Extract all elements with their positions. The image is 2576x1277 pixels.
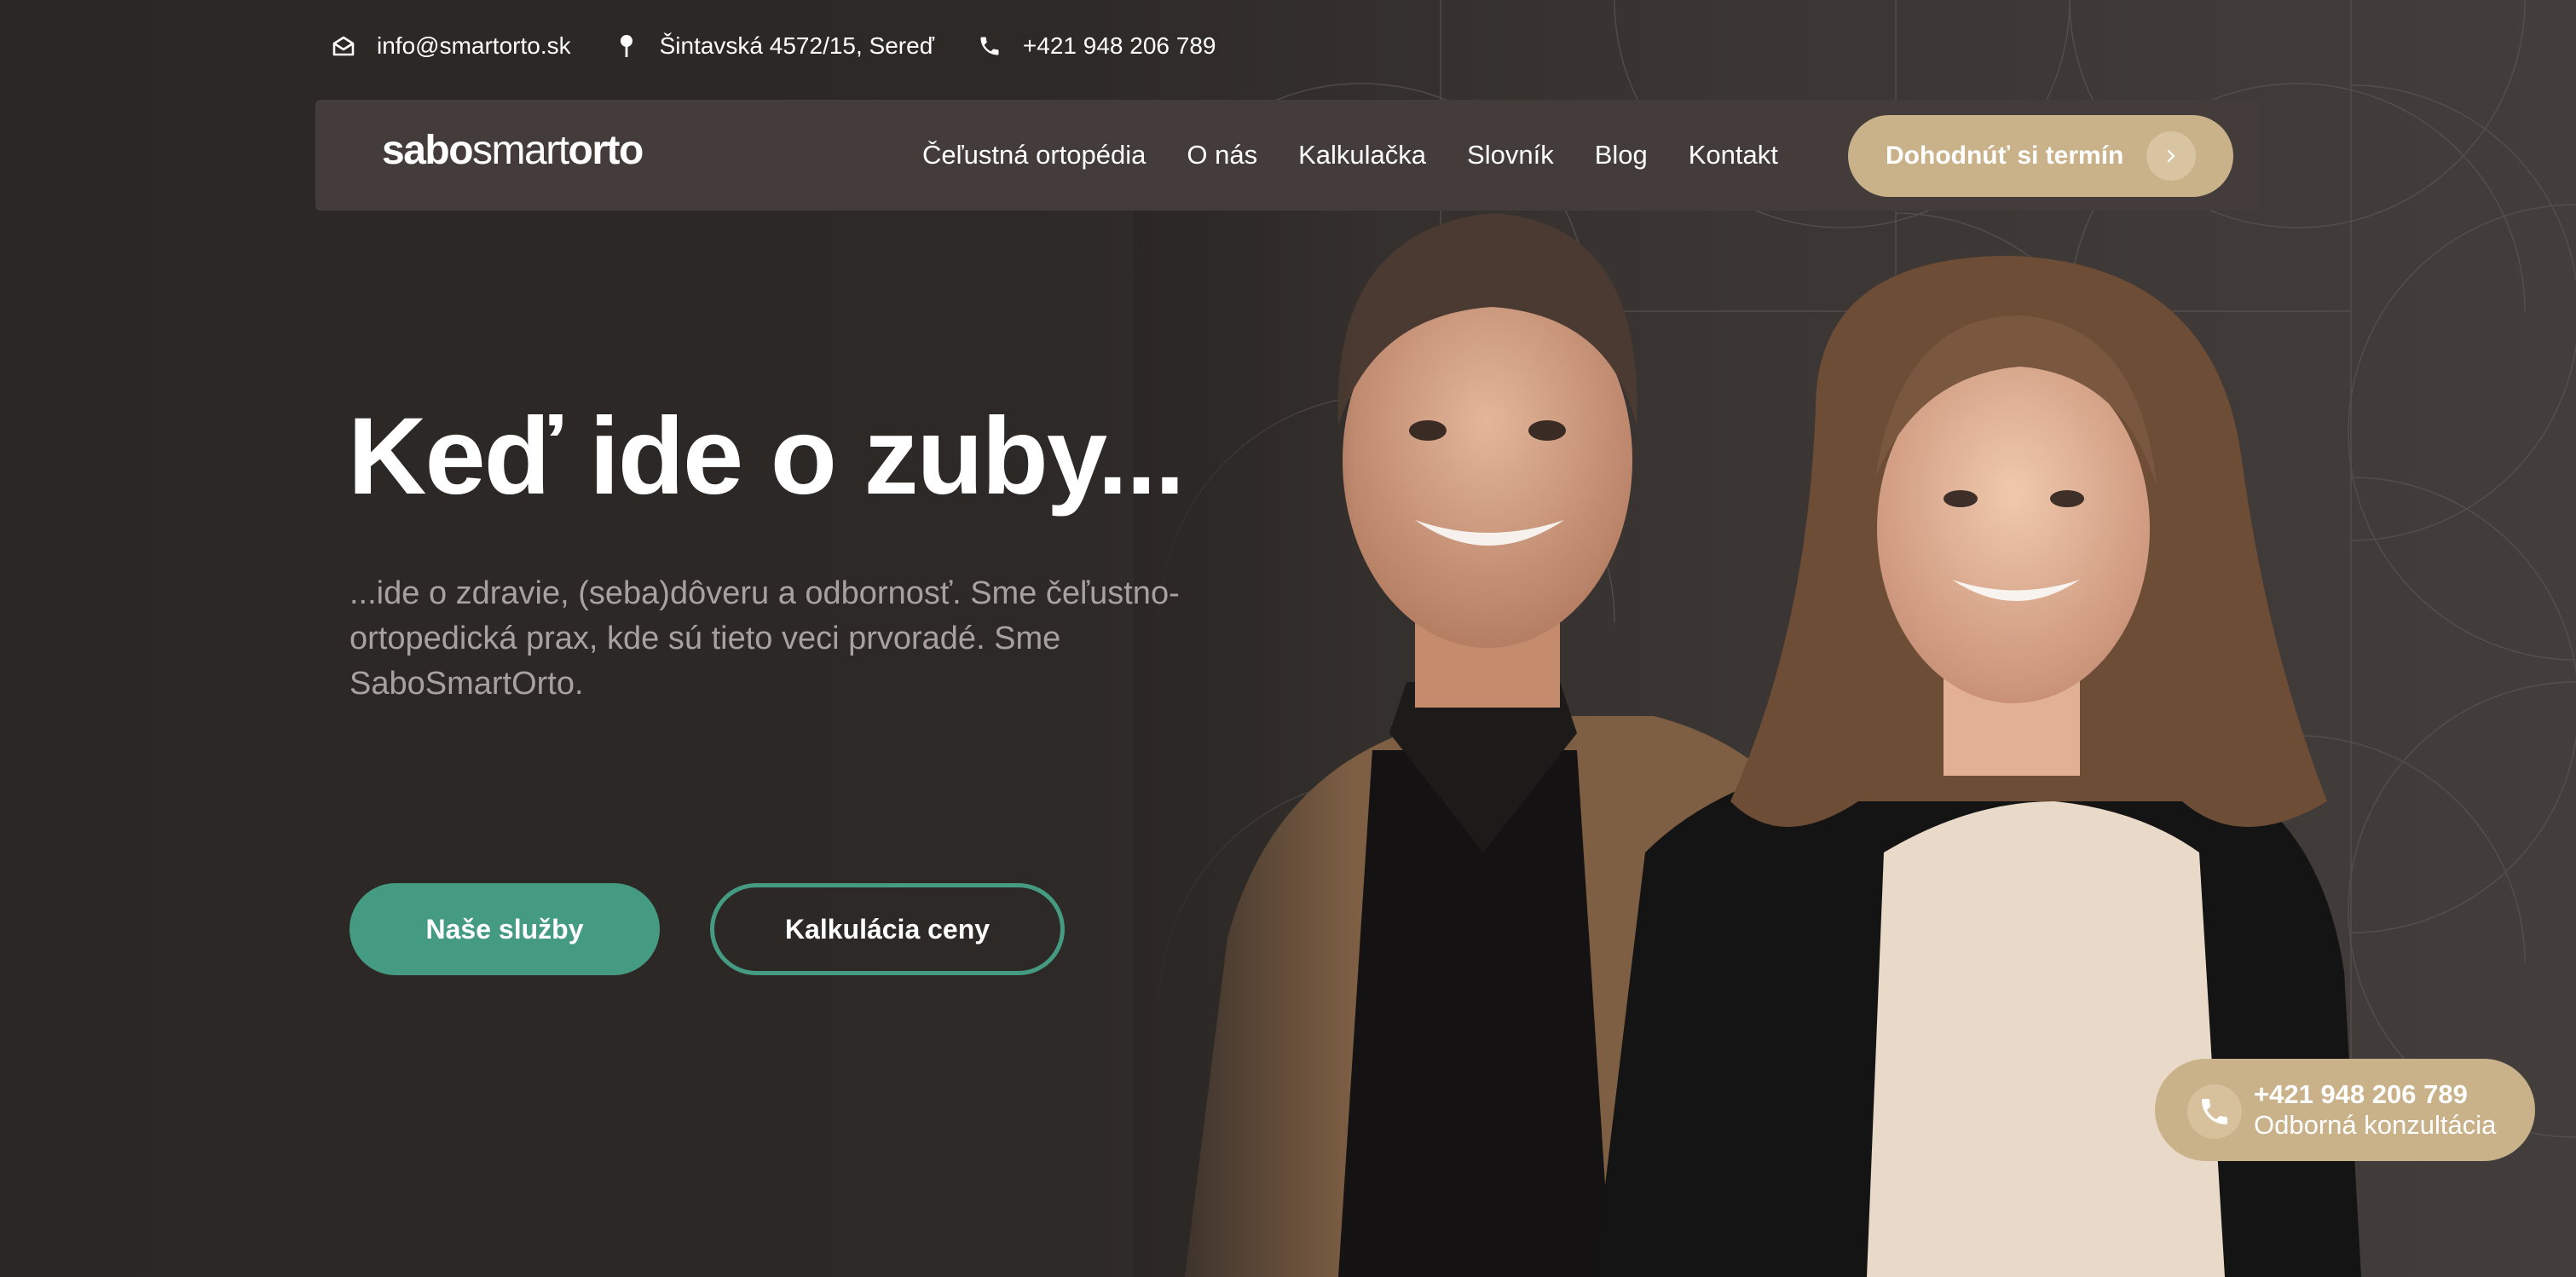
contact-address-text: Šintavská 4572/15, Sereď [659,32,934,59]
hero-subtitle: ...ide o zdravie, (seba)dôveru a odborno… [349,575,1180,702]
nav-item-kontakt[interactable]: Kontakt [1689,140,1778,170]
nav-item-o-nas[interactable]: O nás [1187,140,1257,170]
nav-item-blog[interactable]: Blog [1595,140,1648,170]
price-calculation-button[interactable]: Kalkulácia ceny [710,883,1065,975]
envelope-icon [329,32,358,61]
phone-icon [2187,1084,2242,1139]
floating-phone-consultation[interactable]: +421 948 206 789 Odborná konzultácia [2155,1059,2535,1161]
nav-item-celustna-ortopedia[interactable]: Čeľustná ortopédia [922,140,1146,170]
floating-phone-number: +421 948 206 789 [2254,1079,2468,1109]
page: info@smartorto.sk Šintavská 4572/15, Ser… [0,0,2576,1277]
contact-email[interactable]: info@smartorto.sk [329,32,571,61]
nav-item-kalkulacka[interactable]: Kalkulačka [1298,140,1426,170]
hero-title: Keď ide o zuby... [348,396,1185,517]
book-appointment-button[interactable]: Dohodnúť si termín [1848,115,2233,197]
contact-phone[interactable]: +421 948 206 789 [975,32,1216,61]
nav-links: Čeľustná ortopédia O nás Kalkulačka Slov… [922,100,1819,211]
contact-phone-text: +421 948 206 789 [1022,32,1216,59]
contact-email-text: info@smartorto.sk [377,32,571,59]
our-services-button[interactable]: Naše služby [349,883,660,975]
contact-bar: info@smartorto.sk Šintavská 4572/15, Ser… [329,24,1256,68]
site-logo[interactable]: sabosmartorto [382,127,644,174]
location-pin-icon [612,32,641,61]
floating-phone-label: Odborná konzultácia [2254,1110,2497,1140]
main-navbar: sabosmartorto Čeľustná ortopédia O nás K… [315,100,2259,211]
book-appointment-label: Dohodnúť si termín [1886,142,2124,170]
nav-item-slovnik[interactable]: Slovník [1467,140,1554,170]
phone-icon [975,32,1004,61]
contact-address[interactable]: Šintavská 4572/15, Sereď [612,32,934,61]
chevron-right-icon [2146,131,2196,181]
